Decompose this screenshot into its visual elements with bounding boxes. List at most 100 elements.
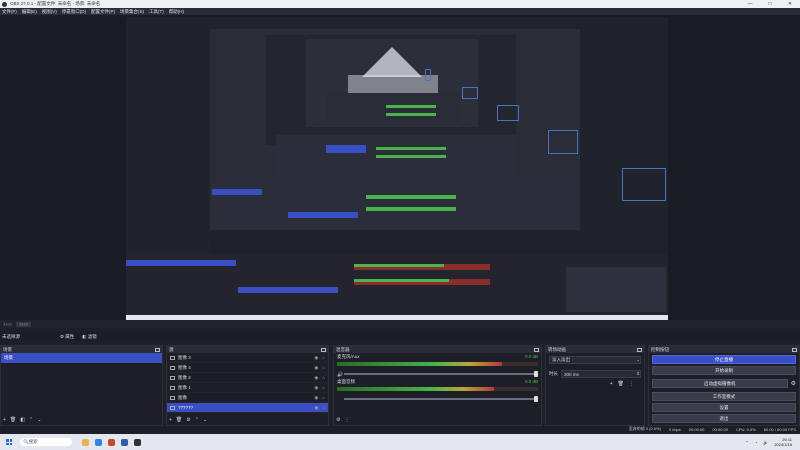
lock-icon[interactable]: ⌂ (322, 355, 325, 361)
filters-button[interactable]: ◧ 滤镜 (82, 334, 97, 340)
status-bar: 丢弃的帧 0 (0.0%) 0 kbps 00:00:00 00:00:00 C… (0, 426, 800, 432)
controls-dock: 控制按钮 停止直播 开始录制 启动虚拟摄像机 ⚙ 工作室模式 设置 退出 (648, 345, 800, 426)
eye-icon[interactable]: ◉ (314, 405, 318, 411)
close-button[interactable]: ✕ (780, 0, 800, 8)
taskbar-apps (82, 438, 141, 446)
slider-knob[interactable] (534, 396, 538, 402)
properties-button[interactable]: ⚙ 属性 (60, 334, 74, 340)
source-item[interactable]: 图像 4 ◉ ⌂ (167, 363, 328, 373)
maximize-button[interactable]: □ (760, 0, 780, 8)
trash-icon[interactable]: 🗑 (618, 381, 624, 387)
virtual-cam-row: 启动虚拟摄像机 ⚙ (649, 377, 799, 390)
lock-icon[interactable]: ⌂ (322, 405, 325, 411)
lock-icon[interactable]: ⌂ (322, 395, 325, 401)
minimize-button[interactable]: — (740, 0, 760, 8)
browser-icon[interactable] (95, 438, 102, 446)
scene-item[interactable]: 场景 (1, 353, 162, 363)
dropped-frames: 丢弃的帧 0 (0.0%) (628, 426, 661, 431)
window-controls: — □ ✕ (740, 0, 800, 8)
obs-logo-icon (2, 1, 7, 7)
duration-input[interactable]: 300 ms ⇕ (561, 370, 641, 378)
filter-icon[interactable]: ◧ (20, 417, 25, 423)
eye-icon[interactable]: ◉ (314, 375, 318, 381)
undock-icon[interactable] (637, 347, 642, 352)
preview-canvas[interactable] (126, 17, 668, 322)
gear-icon[interactable]: ⚙ (336, 417, 340, 423)
system-tray: ⌃ ◔ 🔊 20:11 2024/1/16 (745, 437, 800, 447)
steam-icon[interactable] (121, 438, 128, 446)
stop-streaming-button[interactable]: 停止直播 (652, 355, 796, 364)
image-icon (170, 365, 175, 370)
chevron-up-icon[interactable]: ⌃ (745, 440, 748, 445)
obs-taskbar-icon[interactable] (134, 438, 141, 446)
arrow-up-icon[interactable]: ⌃ (29, 417, 33, 423)
mixer-footer: ⚙ ⋮ (336, 417, 349, 423)
plus-icon[interactable]: + (3, 417, 6, 423)
audio-mixer-dock: 混音器 麦克风/Aux 0.0 dB 🔊 桌面音频 0.0 dB ⚙ ⋮ (333, 345, 542, 426)
capture-icon (170, 405, 175, 410)
desktop-volume-slider[interactable] (344, 396, 538, 402)
arrow-down-icon[interactable]: ⌄ (203, 417, 207, 423)
lock-icon[interactable]: ⌂ (322, 365, 325, 371)
arrow-down-icon[interactable]: ⌄ (37, 417, 41, 423)
scene-info-label: ???? (3, 321, 12, 327)
mixer-channel-label: 桌面音频 0.0 dB (337, 379, 538, 384)
gear-icon[interactable]: ⚙ (791, 380, 799, 387)
windows-start-icon[interactable] (6, 439, 12, 445)
transition-select[interactable]: 淡入淡出 ⌄ (549, 356, 641, 364)
undock-icon[interactable] (792, 347, 797, 352)
menu-tools[interactable]: 工具(T) (149, 9, 164, 15)
undock-icon[interactable] (534, 347, 539, 352)
menu-help[interactable]: 帮助(H) (169, 9, 184, 15)
gear-icon[interactable]: ⚙ (186, 417, 190, 423)
trash-icon[interactable]: 🗑 (10, 417, 16, 423)
settings-button[interactable]: 设置 (652, 403, 796, 412)
menu-view[interactable]: 视图(V) (42, 9, 57, 15)
kebab-menu-icon[interactable]: ⋮ (344, 417, 349, 423)
source-item[interactable]: 图像 2 ◉ ⌂ (167, 373, 328, 383)
sources-dock-footer: + 🗑 ⚙ ⌃ ⌄ (169, 417, 207, 423)
taskbar-clock[interactable]: 20:11 2024/1/16 (774, 437, 792, 447)
lock-icon[interactable]: ⌂ (322, 375, 325, 381)
menu-edit[interactable]: 编辑(E) (22, 9, 37, 15)
mixer-channel-label: 麦克风/Aux 0.0 dB (337, 354, 538, 359)
preview-area[interactable] (0, 15, 800, 322)
window-title: OBS 27.0.1 - 配置文件: 未命名 - 场景: 未命名 (10, 1, 101, 6)
wifi-icon[interactable]: ◔ (755, 440, 757, 445)
fps: 60.00 / 60.00 FPS (763, 426, 796, 432)
start-virtual-camera-button[interactable]: 启动虚拟摄像机 (652, 379, 788, 388)
eye-icon[interactable]: ◉ (314, 385, 318, 391)
scene-info-tag: ???? (15, 321, 31, 327)
taskbar-search[interactable]: 🔍 搜索 (20, 438, 72, 446)
menu-scene-collection[interactable]: 场景集合(S) (120, 9, 144, 15)
source-item-selected[interactable]: ?????? ◉ ⌂ (167, 403, 328, 413)
eye-icon[interactable]: ◉ (314, 365, 318, 371)
menu-docks[interactable]: 停靠窗口(D) (62, 9, 86, 15)
source-item[interactable]: 图像 ◉ ⌂ (167, 393, 328, 403)
mic-volume-meter (337, 362, 538, 366)
studio-mode-button[interactable]: 工作室模式 (652, 392, 796, 401)
plus-icon[interactable]: + (169, 417, 172, 423)
plus-icon[interactable]: + (610, 381, 613, 387)
trash-icon[interactable]: 🗑 (176, 417, 182, 423)
eye-icon[interactable]: ◉ (314, 355, 318, 361)
menu-profile[interactable]: 配置文件(P) (91, 9, 115, 15)
arrow-up-icon[interactable]: ⌃ (195, 417, 199, 423)
source-item[interactable]: 图像 3 ◉ ⌂ (167, 353, 328, 363)
source-item[interactable]: 图像 1 ◉ ⌂ (167, 383, 328, 393)
stepper-icon[interactable]: ⇕ (636, 371, 640, 377)
exit-button[interactable]: 退出 (652, 414, 796, 423)
volume-icon[interactable]: 🔊 (763, 440, 768, 445)
start-recording-button[interactable]: 开始录制 (652, 366, 796, 375)
mic-volume-slider[interactable] (344, 371, 538, 377)
app-icon[interactable] (108, 438, 115, 446)
scenes-dock: 场景 场景 + 🗑 ◧ ⌃ ⌄ (0, 345, 163, 426)
lock-icon[interactable]: ⌂ (322, 385, 325, 391)
undock-icon[interactable] (155, 347, 160, 352)
menu-file[interactable]: 文件(F) (2, 9, 17, 15)
eye-icon[interactable]: ◉ (314, 395, 318, 401)
undock-icon[interactable] (321, 347, 326, 352)
kebab-menu-icon[interactable]: ⋮ (629, 381, 634, 387)
slider-knob[interactable] (534, 371, 538, 377)
file-explorer-icon[interactable] (82, 438, 89, 446)
